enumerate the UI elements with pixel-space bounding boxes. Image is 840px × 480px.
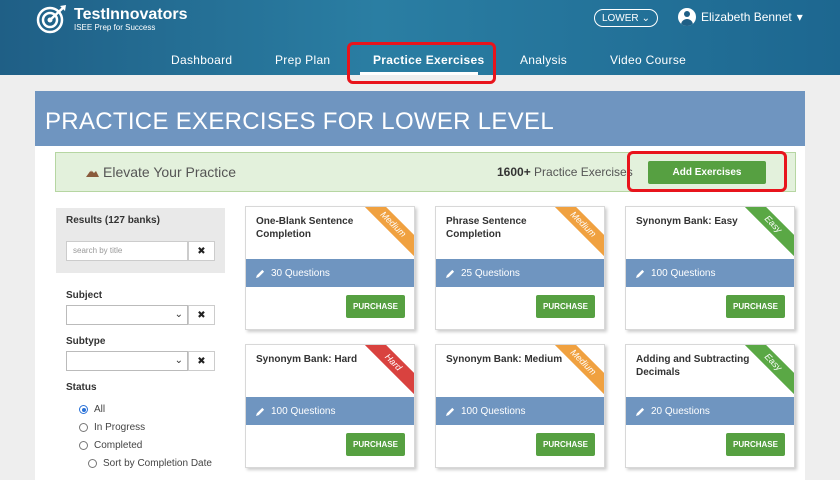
chevron-down-icon: ⌄ [641, 12, 651, 24]
clear-search-button[interactable]: ✖ [188, 241, 215, 261]
pencil-icon [446, 269, 455, 278]
question-count: 30 Questions [271, 267, 330, 279]
pencil-icon [256, 269, 265, 278]
results-count: Results (127 banks) [66, 215, 160, 226]
elevate-label: Elevate Your Practice [103, 164, 237, 180]
question-count-band: 30 Questions [246, 259, 414, 287]
purchase-button[interactable]: PURCHASE [536, 433, 595, 456]
question-count-band: 25 Questions [436, 259, 604, 287]
page-banner: PRACTICE EXERCISES FOR LOWER LEVEL [35, 91, 805, 146]
user-name: Elizabeth Bennet [701, 10, 792, 24]
status-option-all[interactable]: All [79, 404, 105, 415]
clear-subject-button[interactable]: ✖ [188, 305, 215, 325]
exercise-card[interactable]: Synonym Bank: Medium Medium 100 Questions P… [435, 344, 605, 468]
level-selector-button[interactable]: LOWER ⌄ [594, 9, 658, 27]
card-title: Synonym Bank: Easy [636, 216, 738, 227]
exercise-card[interactable]: Synonym Bank: Hard Hard 100 Questions PURCH… [245, 344, 415, 468]
pencil-icon [446, 407, 455, 416]
card-title: One-Blank Sentence Completion [256, 216, 354, 240]
question-count-band: 20 Questions [626, 397, 794, 425]
level-label: LOWER [601, 12, 639, 24]
purchase-button[interactable]: PURCHASE [346, 433, 405, 456]
nav-video-course[interactable]: Video Course [610, 53, 686, 67]
exercise-card[interactable]: One-Blank Sentence Completion Medium 30 Qu… [245, 206, 415, 330]
question-count: 20 Questions [651, 405, 710, 417]
subtype-label: Subtype [66, 336, 106, 347]
user-avatar-icon [678, 8, 696, 26]
search-input[interactable]: search by title [66, 241, 188, 261]
target-arrow-icon [36, 5, 66, 34]
subject-label: Subject [66, 290, 103, 301]
mountain-icon [86, 169, 99, 177]
nav-prep-plan[interactable]: Prep Plan [275, 53, 330, 67]
sort-by-completion-date[interactable]: Sort by Completion Date [88, 458, 212, 469]
user-menu[interactable]: Elizabeth Bennet ▾ [678, 8, 803, 26]
status-label: Status [66, 382, 97, 393]
brand-name: TestInnovators [74, 6, 188, 23]
exercise-count: 1600+ Practice Exercises [497, 165, 633, 179]
clear-subtype-button[interactable]: ✖ [188, 351, 215, 371]
question-count: 100 Questions [651, 267, 716, 279]
subtype-select[interactable]: ⌄ [66, 351, 188, 371]
exercise-card[interactable]: Phrase Sentence Completion Medium 25 Quest… [435, 206, 605, 330]
question-count: 100 Questions [461, 405, 526, 417]
status-option-completed[interactable]: Completed [79, 440, 142, 451]
card-title: Phrase Sentence Completion [446, 216, 527, 240]
radio-selected-icon [79, 405, 88, 414]
exercise-card[interactable]: Synonym Bank: Easy Easy 100 Questions PURCH… [625, 206, 795, 330]
exercise-card[interactable]: Adding and Subtracting Decimals Easy 20 Qu… [625, 344, 795, 468]
pencil-icon [256, 407, 265, 416]
chevron-down-icon: ⌄ [174, 309, 183, 320]
question-count: 100 Questions [271, 405, 336, 417]
nav-analysis[interactable]: Analysis [520, 53, 567, 67]
chevron-down-icon: ⌄ [174, 355, 183, 366]
nav-dashboard[interactable]: Dashboard [171, 53, 232, 67]
question-count-band: 100 Questions [246, 397, 414, 425]
card-title: Adding and Subtracting Decimals [636, 354, 750, 378]
highlight-add-box [627, 151, 787, 192]
pencil-icon [636, 407, 645, 416]
question-count-band: 100 Questions [626, 259, 794, 287]
brand-tagline: ISEE Prep for Success [74, 23, 156, 32]
brand-logo[interactable]: TestInnovators ISEE Prep for Success [36, 4, 188, 34]
question-count-band: 100 Questions [436, 397, 604, 425]
purchase-button[interactable]: PURCHASE [726, 295, 785, 318]
filter-sidebar: Results (127 banks) search by title ✖ Su… [56, 208, 225, 480]
exercise-count-number: 1600+ [497, 165, 531, 179]
radio-icon [88, 459, 97, 468]
subject-select[interactable]: ⌄ [66, 305, 188, 325]
radio-icon [79, 423, 88, 432]
purchase-button[interactable]: PURCHASE [346, 295, 405, 318]
chevron-down-icon: ▾ [796, 10, 803, 24]
highlight-nav-box [347, 42, 496, 84]
purchase-button[interactable]: PURCHASE [536, 295, 595, 318]
exercise-count-suffix: Practice Exercises [530, 165, 633, 179]
status-option-in-progress[interactable]: In Progress [79, 422, 145, 433]
card-title: Synonym Bank: Hard [256, 354, 358, 365]
pencil-icon [636, 269, 645, 278]
question-count: 25 Questions [461, 267, 520, 279]
page-title: PRACTICE EXERCISES FOR LOWER LEVEL [45, 108, 554, 135]
purchase-button[interactable]: PURCHASE [726, 433, 785, 456]
card-title: Synonym Bank: Medium [446, 354, 563, 365]
radio-icon [79, 441, 88, 450]
